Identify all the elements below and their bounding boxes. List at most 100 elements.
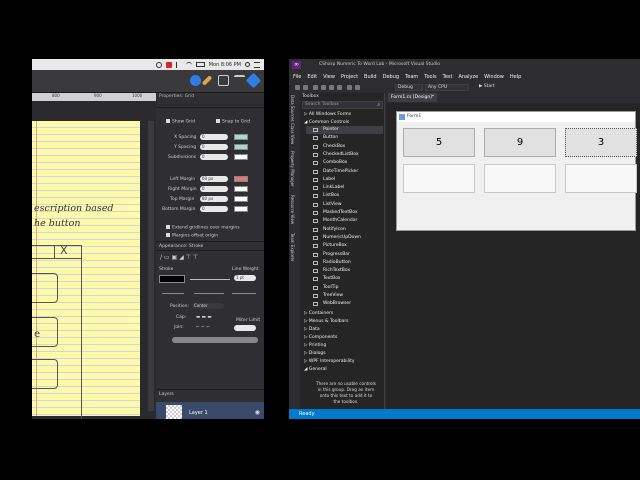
toolbox-item-combobox[interactable]: ComboBox <box>306 159 383 167</box>
menu-edit[interactable]: Edit <box>307 74 317 80</box>
toolbox-item-datetimepicker[interactable]: DateTimePicker <box>306 168 383 176</box>
form-button-9[interactable]: 9 <box>484 128 556 157</box>
toolbox-item-pointer[interactable]: Pointer <box>306 126 383 135</box>
group-dialogs[interactable]: ▷ Dialogs <box>304 351 326 356</box>
solution-config-select[interactable]: Debug <box>395 84 423 91</box>
toolbox-item-webbrowser[interactable]: WebBrowser <box>306 300 383 308</box>
y-spacing-color[interactable] <box>234 144 248 150</box>
margins-offset-checkbox[interactable]: Margins offset origin <box>166 233 218 239</box>
new-project-icon[interactable] <box>313 85 318 90</box>
undo-icon[interactable] <box>347 85 352 90</box>
toolbox-item-maskedtextbox[interactable]: MaskedTextBox <box>306 209 383 217</box>
search-icon[interactable] <box>245 62 250 67</box>
menu-team[interactable]: Team <box>405 74 418 80</box>
form1-window[interactable]: Form1 5 9 3 <box>396 111 637 231</box>
side-tab-resource-view[interactable]: Resource View <box>290 195 295 224</box>
open-icon[interactable] <box>321 85 326 90</box>
record-icon[interactable] <box>165 61 172 68</box>
menu-test[interactable]: Test <box>443 74 453 80</box>
form-button-3[interactable]: 3 <box>565 128 637 157</box>
position-select[interactable]: Center <box>192 303 224 309</box>
subdivisions-field[interactable]: 0 <box>200 154 228 160</box>
dash-style[interactable] <box>162 293 184 294</box>
right-margin-field[interactable]: 0 <box>200 186 228 192</box>
cap-options[interactable]: ▬ ▬ ▬ <box>196 315 212 320</box>
form-textbox[interactable] <box>403 164 475 193</box>
menu-analyze[interactable]: Analyze <box>458 74 478 80</box>
toolbox-item-tooltip[interactable]: ToolTip <box>306 284 383 292</box>
x-spacing-color[interactable] <box>234 134 248 140</box>
grid-icon[interactable] <box>218 75 229 86</box>
bottom-margin-color[interactable] <box>234 206 248 212</box>
toolbox-item-richtextbox[interactable]: RichTextBox <box>306 267 383 275</box>
battery-icon[interactable] <box>195 62 205 67</box>
toolbox-item-checkedlistbox[interactable]: CheckedListBox <box>306 151 383 159</box>
join-options[interactable]: ⌐ ⌐ ⌐ <box>196 325 210 330</box>
group-general[interactable]: ◢ General <box>304 367 327 372</box>
side-tab-property-manager[interactable]: Property Manager <box>290 151 295 187</box>
toolbox-item-progressbar[interactable]: ProgressBar <box>306 251 383 259</box>
pencil-icon[interactable] <box>201 75 213 86</box>
group-printing[interactable]: ▷ Printing <box>304 343 326 348</box>
group-common-controls[interactable]: ◢ Common Controls <box>304 120 349 125</box>
group-menus-toolbars[interactable]: ▷ Menus & Toolbars <box>304 319 349 324</box>
group-containers[interactable]: ▷ Containers <box>304 311 333 316</box>
menu-list-icon[interactable] <box>254 61 260 68</box>
back-icon[interactable] <box>295 85 300 90</box>
miter-limit-field[interactable] <box>234 325 256 331</box>
toolbox-item-listview[interactable]: ListView <box>306 201 383 209</box>
group-data[interactable]: ▷ Data <box>304 327 320 332</box>
tab-form1-design[interactable]: Form1.cs [Design]* <box>388 93 438 102</box>
stroke-color-well[interactable] <box>159 275 185 283</box>
toolbox-item-textbox[interactable]: TextBox <box>306 275 383 283</box>
y-spacing-field[interactable]: 0 <box>200 144 228 150</box>
menu-file[interactable]: File <box>293 74 301 80</box>
line-weight-field[interactable]: 1 pt <box>234 275 256 281</box>
menu-window[interactable]: Window <box>484 74 504 80</box>
bottom-margin-field[interactable]: 0 <box>200 206 228 212</box>
search-icon[interactable]: ⌕ <box>377 102 380 108</box>
menubar-clock[interactable]: Mon 8:06 PM <box>209 62 241 68</box>
menu-debug[interactable]: Debug <box>383 74 399 80</box>
solution-platform-select[interactable]: Any CPU <box>425 84 469 91</box>
toolbox-item-numericupdown[interactable]: NumericUpDown <box>306 234 383 242</box>
toolbox-item-notifyicon[interactable]: NotifyIcon <box>306 226 383 234</box>
redo-icon[interactable] <box>355 85 360 90</box>
toolbox-item-listbox[interactable]: ListBox <box>306 192 383 200</box>
menu-tools[interactable]: Tools <box>424 74 436 80</box>
arrow-end[interactable] <box>232 293 256 294</box>
info-icon[interactable] <box>190 75 201 86</box>
start-button[interactable]: ▶ Start <box>477 84 503 91</box>
save-icon[interactable] <box>329 85 334 90</box>
toolbox-item-treeview[interactable]: TreeView <box>306 292 383 300</box>
toolbox-item-monthcalendar[interactable]: MonthCalendar <box>306 217 383 225</box>
canvas-legal-pad[interactable]: escription based he button X e <box>32 121 140 419</box>
menu-view[interactable]: View <box>323 74 335 80</box>
designer-canvas[interactable]: Form1 5 9 3 <box>386 103 640 409</box>
side-tab-data-sources[interactable]: Data Sources <box>290 95 295 122</box>
left-margin-field[interactable]: 60 px <box>200 176 228 182</box>
extend-gridlines-checkbox[interactable]: Extend gridlines over margins <box>166 225 240 231</box>
side-tab-class-view[interactable]: Class View <box>290 123 295 144</box>
snap-to-grid-checkbox[interactable]: Snap to Grid <box>216 119 250 125</box>
group-components[interactable]: ▷ Components <box>304 335 337 340</box>
menu-build[interactable]: Build <box>364 74 377 80</box>
form-textbox[interactable] <box>484 164 556 193</box>
stroke-tools[interactable]: / ▭ ▣ ◢ ⊤ ⊤ <box>160 254 198 261</box>
canvas-scrollbar[interactable] <box>148 121 154 411</box>
stroke-opacity-slider[interactable] <box>190 279 230 280</box>
layers-icon[interactable] <box>245 72 262 89</box>
x-spacing-field[interactable]: 0 <box>200 134 228 140</box>
dash-pattern-fields[interactable] <box>172 337 258 343</box>
form-textbox[interactable] <box>565 164 637 193</box>
right-margin-color[interactable] <box>234 186 248 192</box>
menu-project[interactable]: Project <box>341 74 358 80</box>
dropbox-icon[interactable] <box>155 61 162 68</box>
arrow-start[interactable] <box>194 293 224 294</box>
toolbox-item-checkbox[interactable]: CheckBox <box>306 143 383 151</box>
group-wpf-interoperability[interactable]: ▷ WPF Interoperability <box>304 359 355 364</box>
toolbox-search-input[interactable]: Search Toolbox ⌕ <box>302 101 383 109</box>
toolbox-item-button[interactable]: Button <box>306 134 383 142</box>
toolbox-item-radiobutton[interactable]: RadioButton <box>306 259 383 267</box>
wifi-icon[interactable] <box>185 61 192 68</box>
